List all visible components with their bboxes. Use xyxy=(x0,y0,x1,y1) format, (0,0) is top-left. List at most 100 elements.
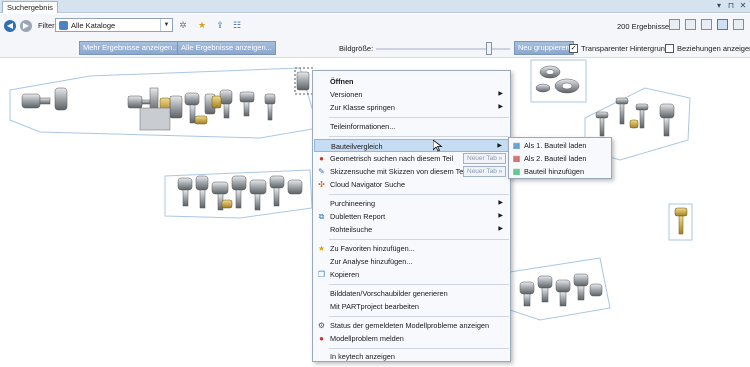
add-part-icon: ▦ xyxy=(512,167,521,176)
menu-item-geo-search[interactable]: ● Geometrisch suchen nach diesem Teil Neue… xyxy=(314,152,509,165)
menu-item-sketch-search-label: Skizzensuche mit Skizzen von diesem Teil xyxy=(330,167,467,176)
menu-item-edit-partproject[interactable]: Mit PARTproject bearbeiten xyxy=(314,300,509,313)
compare-part2-icon: ▦ xyxy=(512,154,521,163)
cluster-view-icon[interactable] xyxy=(717,19,728,30)
filter-label: Filter: xyxy=(38,21,57,30)
menu-separator xyxy=(329,348,509,349)
menu-item-report-model-problem[interactable]: ● Modellproblem melden xyxy=(314,332,509,345)
submenu-item-load-part1[interactable]: ▦ Als 1. Bauteil laden xyxy=(510,139,611,152)
menu-item-edit-partproject-label: Mit PARTproject bearbeiten xyxy=(330,302,419,311)
export-icon[interactable]: ⇪ xyxy=(214,19,226,31)
menu-separator xyxy=(329,117,509,118)
cloud-navigator-icon: ✣ xyxy=(318,180,325,189)
menu-separator xyxy=(329,316,509,317)
menu-item-part-compare[interactable]: Bauteilvergleich ▶ xyxy=(314,139,509,152)
menu-item-add-analysis[interactable]: Zur Analyse hinzufügen... xyxy=(314,255,509,268)
menu-item-part-info-label: Teileinformationen... xyxy=(330,122,396,131)
submenu-item-add-part[interactable]: ▦ Bauteil hinzufügen xyxy=(510,165,611,178)
menu-item-jump-to-class-label: Zur Klasse springen xyxy=(330,103,395,112)
image-size-label: Bildgröße: xyxy=(339,44,374,53)
submenu-item-load-part1-label: Als 1. Bauteil laden xyxy=(524,141,587,150)
toolbar: ◀ ▶ Filter: Alle Kataloge ▼ ✲ ★ ⇪ ☷ 200 … xyxy=(0,14,750,38)
menu-item-add-analysis-label: Zur Analyse hinzufügen... xyxy=(330,257,413,266)
menu-item-purchineering-label: Purchineering xyxy=(330,199,376,208)
menu-item-generate-images[interactable]: Bilddaten/Vorschaubilder generieren xyxy=(314,287,509,300)
menu-separator xyxy=(329,136,509,137)
table-view-icon[interactable] xyxy=(685,19,696,30)
menu-item-model-problem-status-label: Status der gemeldeten Modellprobleme anz… xyxy=(330,321,490,330)
menu-item-duplicates-report[interactable]: ⧉ Dubletten Report ▶ xyxy=(314,210,509,223)
pin-icon[interactable]: ⊓ xyxy=(726,1,736,11)
tab-suchergebnis[interactable]: Suchergebnis xyxy=(2,1,58,13)
menu-item-show-keytech-label: In keytech anzeigen xyxy=(330,352,395,361)
report-problem-icon: ● xyxy=(319,334,324,343)
image-size-slider-thumb[interactable] xyxy=(486,42,492,55)
detail-view-icon[interactable] xyxy=(701,19,712,30)
chevron-right-icon: ▶ xyxy=(498,104,503,110)
submenu-item-load-part2[interactable]: ▦ Als 2. Bauteil laden xyxy=(510,152,611,165)
menu-separator xyxy=(329,284,509,285)
more-results-button[interactable]: Mehr Ergebnisse anzeigen... xyxy=(79,41,183,55)
menu-item-versions[interactable]: Versionen ▶ xyxy=(314,88,509,101)
menu-item-sketch-search[interactable]: ✎ Skizzensuche mit Skizzen von diesem Tei… xyxy=(314,165,509,178)
all-results-button[interactable]: Alle Ergebnisse anzeigen... xyxy=(177,41,276,55)
close-icon[interactable]: ✕ xyxy=(738,1,748,11)
chevron-right-icon: ▶ xyxy=(498,91,503,97)
sketch-search-icon: ✎ xyxy=(318,167,325,176)
submenu-item-load-part2-label: Als 2. Bauteil laden xyxy=(524,154,587,163)
list-view-icon[interactable] xyxy=(669,19,680,30)
menu-item-raw-part-search-label: Rohteilsuche xyxy=(330,225,373,234)
part-compare-submenu: ▦ Als 1. Bauteil laden ▦ Als 2. Bauteil la… xyxy=(508,137,612,179)
menu-item-cloud-search[interactable]: ✣ Cloud Navigator Suche xyxy=(314,178,509,191)
chevron-down-icon: ▼ xyxy=(160,19,172,31)
copy-icon: ❐ xyxy=(317,270,326,279)
forward-icon[interactable]: ▶ xyxy=(20,20,32,32)
catalog-icon xyxy=(59,21,68,30)
menu-item-part-info[interactable]: Teileinformationen... xyxy=(314,120,509,133)
title-bar: Suchergebnis ▾ ⊓ ✕ xyxy=(0,0,750,13)
star-icon: ★ xyxy=(317,244,326,253)
menu-item-add-favorites[interactable]: ★ Zu Favoriten hinzufügen... xyxy=(314,242,509,255)
menu-item-raw-part-search[interactable]: Rohteilsuche ▶ xyxy=(314,223,509,236)
dropdown-icon[interactable]: ▾ xyxy=(714,1,724,11)
settings-icon[interactable]: ✲ xyxy=(177,19,189,31)
mouse-cursor-icon xyxy=(433,140,443,152)
menu-separator xyxy=(329,194,509,195)
menu-item-cloud-search-label: Cloud Navigator Suche xyxy=(330,180,406,189)
menu-item-open-label: Öffnen xyxy=(330,77,354,86)
new-tab-button[interactable]: Neuer Tab » xyxy=(463,166,507,177)
grid-view-icon[interactable] xyxy=(733,19,744,30)
filter-select[interactable]: Alle Kataloge ▼ xyxy=(55,18,173,32)
transparent-bg-label: Transparenter Hintergrund xyxy=(581,44,670,53)
filter-list-icon[interactable]: ☷ xyxy=(231,19,243,31)
menu-item-open[interactable]: Öffnen xyxy=(314,75,509,88)
menu-item-model-problem-status[interactable]: ⚙ Status der gemeldeten Modellprobleme an… xyxy=(314,319,509,332)
menu-item-generate-images-label: Bilddaten/Vorschaubilder generieren xyxy=(330,289,448,298)
geo-search-icon: ● xyxy=(319,154,324,163)
menu-item-part-compare-label: Bauteilvergleich xyxy=(331,142,383,151)
options-bar: Mehr Ergebnisse anzeigen... Alle Ergebni… xyxy=(0,38,750,58)
chevron-right-icon: ▶ xyxy=(498,200,503,206)
filter-value: Alle Kataloge xyxy=(71,21,116,30)
status-icon: ⚙ xyxy=(317,321,326,330)
compare-part1-icon: ▦ xyxy=(512,141,521,150)
menu-item-jump-to-class[interactable]: Zur Klasse springen ▶ xyxy=(314,101,509,114)
regroup-button[interactable]: Neu gruppieren xyxy=(514,41,574,55)
menu-item-copy[interactable]: ❐ Kopieren xyxy=(314,268,509,281)
chevron-right-icon: ▶ xyxy=(498,226,503,232)
relations-checkbox[interactable] xyxy=(665,44,674,53)
menu-item-show-keytech[interactable]: In keytech anzeigen xyxy=(314,350,509,363)
menu-item-geo-search-label: Geometrisch suchen nach diesem Teil xyxy=(330,154,454,163)
back-icon[interactable]: ◀ xyxy=(4,20,16,32)
transparent-bg-checkbox[interactable]: ✓ xyxy=(569,44,578,53)
menu-item-duplicates-report-label: Dubletten Report xyxy=(330,212,386,221)
menu-separator xyxy=(329,239,509,240)
duplicates-icon: ⧉ xyxy=(318,212,325,221)
menu-item-report-model-problem-label: Modellproblem melden xyxy=(330,334,404,343)
menu-item-purchineering[interactable]: Purchineering ▶ xyxy=(314,197,509,210)
context-menu: Öffnen Versionen ▶ Zur Klasse springen ▶ T… xyxy=(312,70,511,362)
new-tab-button[interactable]: Neuer Tab » xyxy=(463,153,507,164)
menu-item-copy-label: Kopieren xyxy=(330,270,360,279)
menu-item-add-favorites-label: Zu Favoriten hinzufügen... xyxy=(330,244,415,253)
star-folder-icon[interactable]: ★ xyxy=(196,19,208,31)
